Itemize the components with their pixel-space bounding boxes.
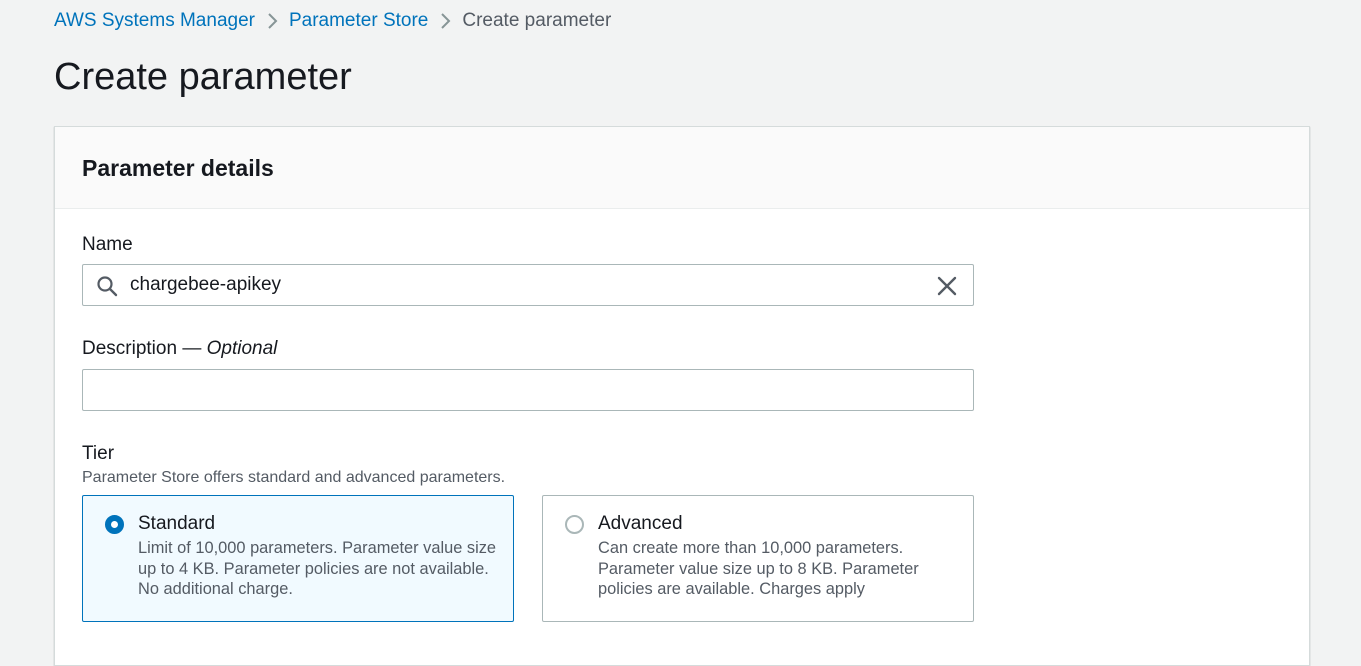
panel-header: Parameter details [55, 127, 1309, 209]
standard-description: Limit of 10,000 parameters. Parameter va… [138, 539, 497, 598]
standard-radio[interactable] [105, 515, 124, 534]
name-label: Name [82, 234, 133, 255]
page-title: Create parameter [54, 56, 352, 98]
description-input[interactable] [97, 378, 957, 402]
tier-option-advanced[interactable]: Advanced Can create more than 10,000 par… [542, 495, 974, 622]
description-label-dash: — [177, 338, 207, 359]
parameter-details-panel: Parameter details Name chargebee-apikey … [54, 126, 1310, 666]
close-icon[interactable] [936, 275, 958, 297]
breadcrumb-current: Create parameter [462, 10, 612, 31]
description-optional-text: Optional [206, 338, 278, 359]
chevron-right-icon [255, 9, 289, 33]
tier-hint: Parameter Store offers standard and adva… [82, 469, 506, 486]
advanced-radio[interactable] [565, 515, 584, 534]
tier-label: Tier [82, 443, 115, 464]
breadcrumb: AWS Systems Manager Parameter Store Crea… [54, 9, 611, 33]
breadcrumb-link-systems-manager[interactable]: AWS Systems Manager [54, 9, 255, 33]
advanced-description: Can create more than 10,000 parameters. … [598, 539, 919, 598]
standard-title: Standard [138, 513, 216, 534]
search-icon [97, 276, 118, 297]
advanced-title: Advanced [598, 513, 683, 534]
panel-title: Parameter details [82, 154, 274, 181]
name-input-value[interactable]: chargebee-apikey [130, 273, 281, 297]
name-input[interactable]: chargebee-apikey [82, 264, 974, 306]
description-field[interactable] [82, 369, 974, 411]
tier-option-standard[interactable]: Standard Limit of 10,000 parameters. Par… [82, 495, 514, 622]
chevron-right-icon [428, 9, 462, 33]
description-label-text: Description [82, 338, 178, 359]
breadcrumb-link-parameter-store[interactable]: Parameter Store [289, 9, 428, 33]
description-label: Description — Optional [82, 337, 277, 361]
